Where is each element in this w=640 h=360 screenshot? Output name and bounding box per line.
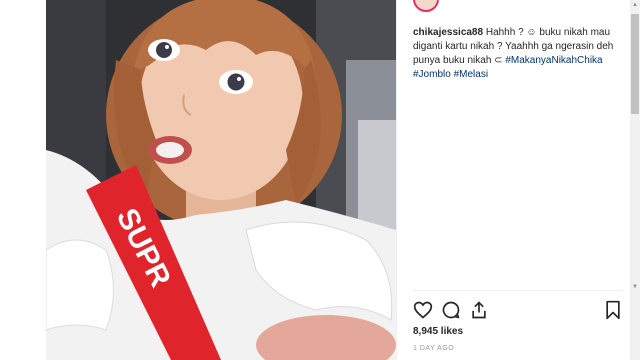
share-icon[interactable] <box>469 300 491 322</box>
post-timestamp[interactable]: 1 DAY AGO <box>413 345 454 352</box>
avatar[interactable] <box>413 0 439 12</box>
page-margin <box>0 0 46 360</box>
comment-icon[interactable] <box>441 300 463 322</box>
like-count[interactable]: 8,945 likes <box>413 326 463 337</box>
action-bar <box>413 300 621 322</box>
hashtag-link[interactable]: #Jomblo <box>413 69 451 80</box>
scroll-thumb[interactable] <box>631 14 639 114</box>
bookmark-icon[interactable] <box>603 300 625 322</box>
caption-username[interactable]: chikajessica88 <box>413 27 483 38</box>
scroll-up-arrow-icon[interactable]: ▲ <box>630 0 640 10</box>
hashtag-link[interactable]: #Melasi <box>454 69 488 80</box>
hashtag-link[interactable]: #MakanyaNikahChika <box>505 55 602 66</box>
divider <box>413 290 623 291</box>
scrollbar[interactable]: ▲ ▼ <box>630 0 640 360</box>
scroll-down-arrow-icon[interactable]: ▼ <box>630 282 640 292</box>
post-photo[interactable]: SUPR <box>46 0 396 360</box>
post-detail-panel: chikajessica88 Hahhh ? ☺ buku nikah mau … <box>396 0 631 360</box>
heart-icon[interactable] <box>413 300 435 322</box>
post-caption: chikajessica88 Hahhh ? ☺ buku nikah mau … <box>413 26 623 82</box>
